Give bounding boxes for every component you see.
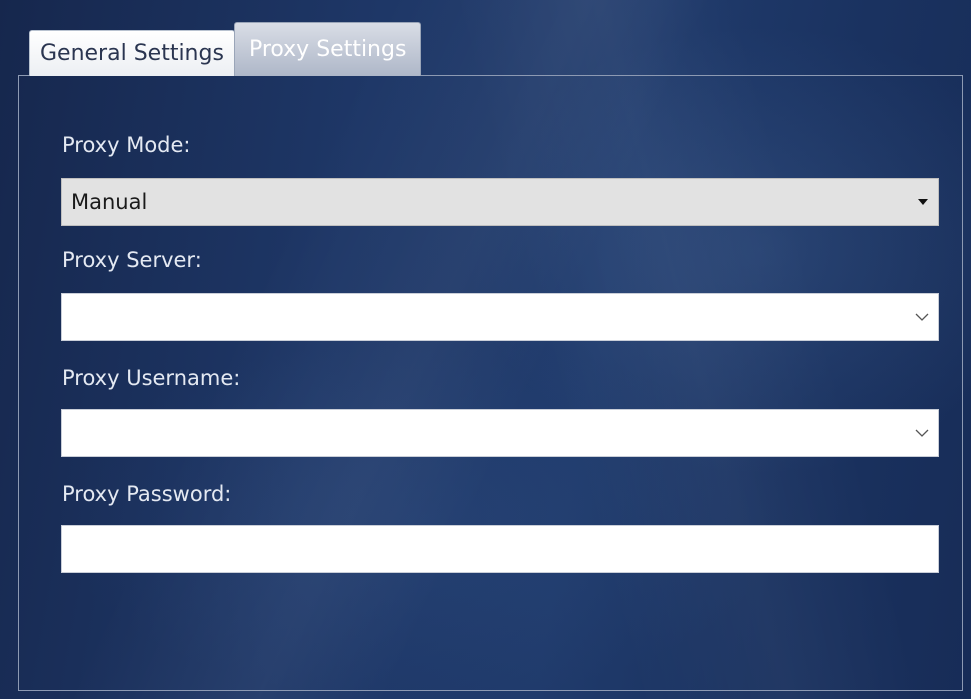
proxy-username-combobox[interactable] [61,409,939,457]
settings-window: General Settings Proxy Settings Proxy Mo… [0,0,971,699]
proxy-password-input[interactable] [61,525,939,573]
proxy-server-label: Proxy Server: [62,248,202,272]
chevron-down-icon[interactable] [914,310,930,324]
tab-general-settings[interactable]: General Settings [29,30,235,76]
proxy-password-label: Proxy Password: [62,482,232,506]
proxy-mode-value: Manual [71,190,148,214]
tab-proxy-settings[interactable]: Proxy Settings [233,22,422,76]
proxy-username-label: Proxy Username: [62,366,241,390]
proxy-mode-label: Proxy Mode: [62,133,191,157]
proxy-mode-dropdown[interactable]: Manual [61,178,939,226]
tab-proxy-settings-label: Proxy Settings [248,37,407,62]
tab-strip: General Settings Proxy Settings [29,22,422,76]
proxy-server-combobox[interactable] [61,293,939,341]
chevron-down-icon[interactable] [914,426,930,440]
caret-down-icon [918,199,928,205]
tab-general-settings-label: General Settings [40,41,224,66]
